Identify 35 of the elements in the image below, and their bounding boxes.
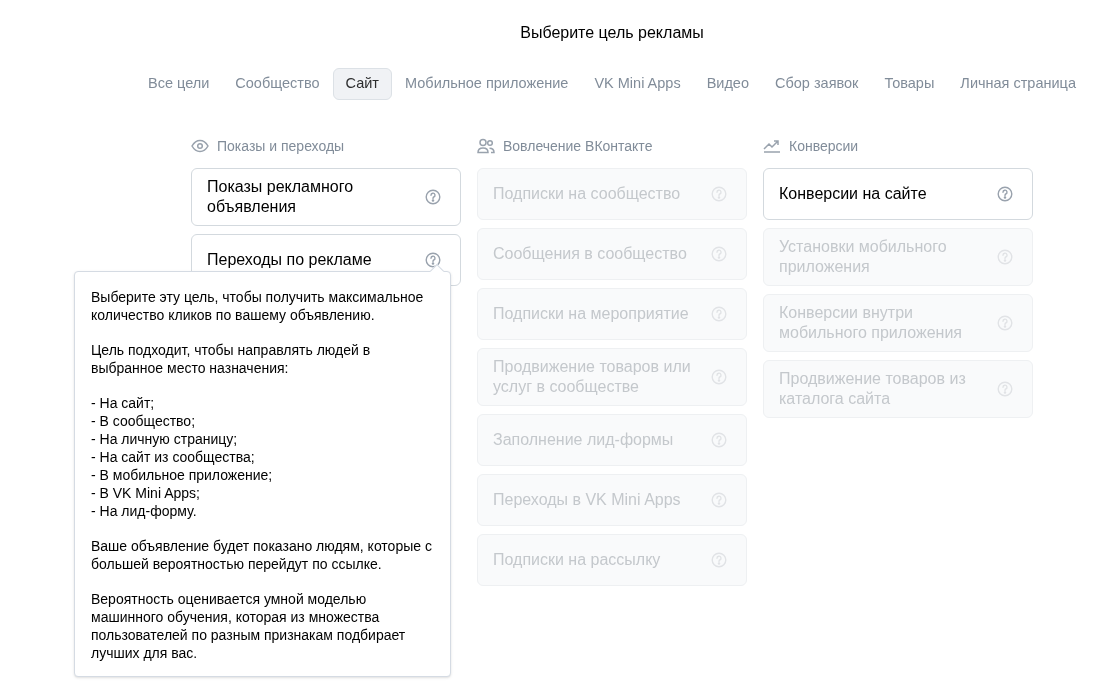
page-title: Выберите цель рекламы (520, 23, 704, 43)
tooltip-list-item: - В VK Mini Apps; (91, 484, 201, 502)
goal-label: Показы рекламного объявления (207, 177, 355, 217)
eye-icon (191, 139, 209, 153)
column-heading: Показы и переходы (217, 136, 345, 156)
goal-tab[interactable]: Видео (693, 68, 762, 100)
tooltip-list-item: - На личную страницу; (91, 430, 239, 448)
goal-tab[interactable]: Сообщество (222, 68, 333, 100)
tooltip-paragraph: Выберите эту цель, чтобы получить максимальное количество кликов по вашему объявлению. (91, 288, 425, 324)
goal-tab[interactable]: Сбор заявок (762, 68, 872, 100)
goal-label: Конверсии на сайте (779, 184, 927, 204)
goal-tab[interactable]: Личная страница (947, 68, 1089, 100)
goal-tab[interactable]: Сайт (332, 68, 392, 100)
trend-icon (763, 139, 781, 153)
help-icon[interactable] (997, 186, 1013, 202)
help-icon[interactable] (425, 189, 441, 205)
help-icon[interactable] (425, 252, 441, 268)
tooltip-paragraph: Ваше объявление будет показано людям, которые с большей вероятностью перейдут по ссылке. (91, 537, 433, 573)
goal-tab[interactable]: Мобильное приложение (392, 68, 582, 100)
tooltip-list-item: - На сайт из сообщества; (91, 448, 256, 466)
tooltip-list-item: - На лид-форму. (91, 502, 198, 520)
tooltip-paragraph: Вероятность оценивается умной моделью машинного обучения, которая из множества пользователей по разным признакам подбирает лучших для вас. (91, 590, 407, 662)
goal-card[interactable]: Конверсии на сайте (763, 168, 1033, 220)
goal-label: Переходы по рекламе (207, 250, 372, 270)
goal-tab[interactable]: VK Mini Apps (581, 68, 694, 100)
tooltip-list-item: - В мобильное приложение; (91, 466, 274, 484)
column-heading: Вовлечение ВКонтакте (503, 136, 653, 156)
tooltip-paragraph: Цель подходит, чтобы направлять людей в выбранное место назначения: (91, 341, 372, 377)
people-icon (477, 138, 495, 154)
goal-tab[interactable]: Товары (871, 68, 948, 100)
column-heading: Конверсии (789, 136, 859, 156)
tooltip-list-item: - В сообщество; (91, 412, 197, 430)
goal-card[interactable]: Показы рекламного объявления (191, 168, 461, 226)
goal-tab[interactable]: Все цели (135, 68, 223, 100)
tooltip-list-item: - На сайт; (91, 394, 156, 412)
